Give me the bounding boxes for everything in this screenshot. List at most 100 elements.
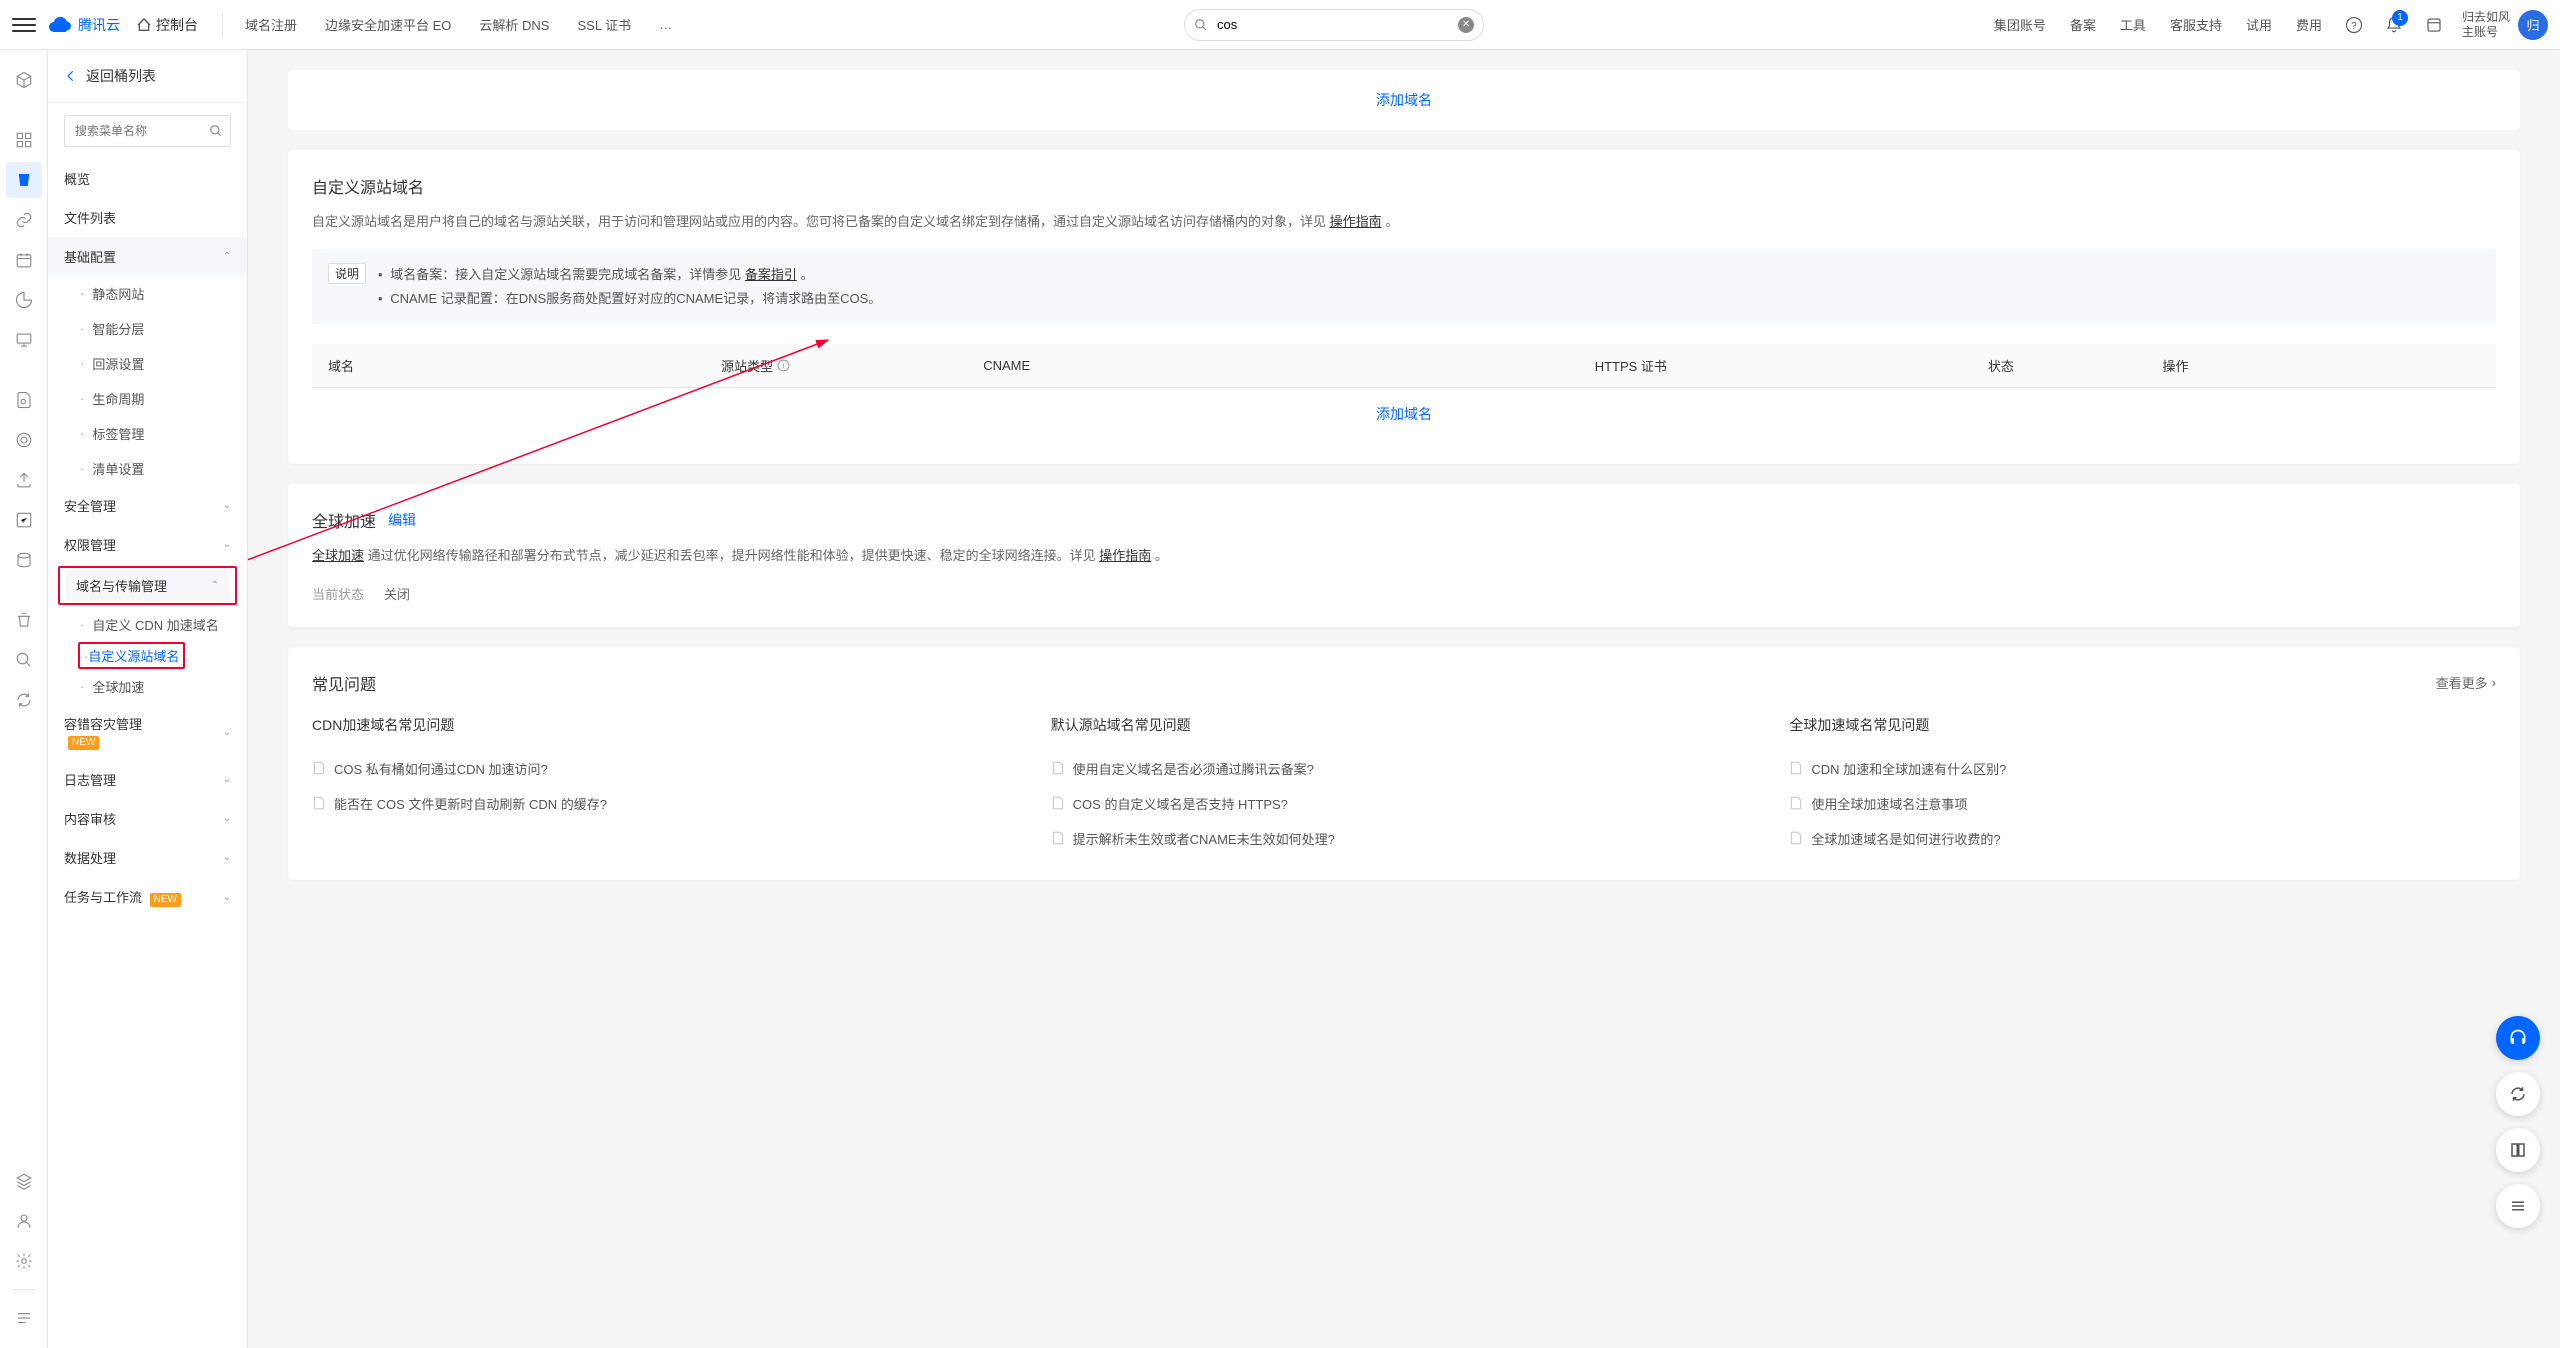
faq-more-link[interactable]: 查看更多 › [2436,673,2496,692]
nav-more[interactable]: … [645,0,686,50]
document-icon [1051,761,1065,775]
custom-origin-section: 自定义源站域名 自定义源站域名是用户将自己的域名与源站关联，用于访问和管理网站或… [288,150,2520,464]
th-domain: 域名 [312,344,705,388]
sidebar-item-permission[interactable]: 权限管理⌄ [48,525,247,564]
faq-link[interactable]: 能否在 COS 文件更新时自动刷新 CDN 的缓存? [312,786,1019,821]
faq-col-title: 全球加速域名常见问题 [1789,715,2496,735]
chevron-down-icon: ⌄ [223,727,231,738]
sidebar-back-link[interactable]: 返回桶列表 [48,50,247,103]
rail-link-icon[interactable] [6,202,42,238]
sidebar-sub-tag-mgmt[interactable]: 标签管理 [48,416,247,451]
sidebar-sub-global-accel[interactable]: 全球加速 [48,669,247,704]
search-box: ✕ [1184,9,1484,41]
nav-dns[interactable]: 云解析 DNS [465,0,563,50]
faq-header: 常见问题 查看更多 › [312,671,2496,695]
rail-sync-icon[interactable] [6,682,42,718]
float-chat-button[interactable] [2496,1016,2540,1060]
sidebar-item-data-process[interactable]: 数据处理⌄ [48,838,247,877]
rail-layers-icon[interactable] [6,1163,42,1199]
status-row: 当前状态 关闭 [312,584,2496,603]
notification-icon[interactable]: 1 [2374,0,2414,50]
rail-monitor-icon[interactable] [6,322,42,358]
guide-link[interactable]: 操作指南 [1099,548,1151,563]
sidebar-item-file-list[interactable]: 文件列表 [48,198,247,237]
headset-icon [2508,1028,2528,1048]
float-menu-button[interactable] [2496,1184,2540,1228]
rail-file-search-icon[interactable] [6,382,42,418]
rail-collapse-icon[interactable] [6,1300,42,1336]
sidebar-sub-lifecycle[interactable]: 生命周期 [48,381,247,416]
rail-user-icon[interactable] [6,1203,42,1239]
faq-link[interactable]: COS 的自定义域名是否支持 HTTPS? [1051,786,1758,821]
nav-group-account[interactable]: 集团账号 [1982,0,2058,50]
nav-billing[interactable]: 费用 [2284,0,2334,50]
sidebar-sub-custom-cdn[interactable]: 自定义 CDN 加速域名 [48,607,247,642]
document-icon [1051,831,1065,845]
list-icon [2509,1197,2527,1215]
sidebar-item-task-workflow[interactable]: 任务与工作流 NEW⌄ [48,877,247,917]
chevron-down-icon: ⌄ [223,813,231,824]
avatar: 归 [2518,10,2548,40]
nav-ssl[interactable]: SSL 证书 [563,0,645,50]
search-icon [1194,18,1208,32]
sidebar-sub-custom-origin[interactable]: 自定义源站域名 [78,642,185,669]
sidebar-sub-smart-tier[interactable]: 智能分层 [48,311,247,346]
faq-link[interactable]: 使用全球加速域名注意事项 [1789,786,2496,821]
nav-domain-reg[interactable]: 域名注册 [231,0,311,50]
beian-guide-link[interactable]: 备案指引 [745,267,797,282]
rail-check-icon[interactable] [6,502,42,538]
svg-text:i: i [783,363,785,370]
sidebar-item-overview[interactable]: 概览 [48,159,247,198]
nav-beian[interactable]: 备案 [2058,0,2108,50]
sidebar-item-log-mgmt[interactable]: 日志管理⌄ [48,760,247,799]
sidebar-sub-static-site[interactable]: 静态网站 [48,276,247,311]
mini-program-icon[interactable] [2414,0,2454,50]
brand-logo[interactable]: 腾讯云 [48,13,120,37]
search-input[interactable] [1184,9,1484,41]
edit-link[interactable]: 编辑 [388,510,416,530]
rail-upload-icon[interactable] [6,462,42,498]
info-icon[interactable]: i [777,359,790,372]
nav-tools[interactable]: 工具 [2108,0,2158,50]
faq-link[interactable]: 使用自定义域名是否必须通过腾讯云备案? [1051,751,1758,786]
rail-target-icon[interactable] [6,422,42,458]
search-clear-icon[interactable]: ✕ [1458,17,1474,33]
nav-support[interactable]: 客服支持 [2158,0,2234,50]
rail-grid-icon[interactable] [6,122,42,158]
menu-toggle-icon[interactable] [12,13,36,37]
float-docs-button[interactable] [2496,1128,2540,1172]
rail-trash-icon[interactable] [6,602,42,638]
user-menu[interactable]: 归去如风 主账号 归 [2462,10,2548,40]
faq-link[interactable]: COS 私有桶如何通过CDN 加速访问? [312,751,1019,786]
th-cname: CNAME [967,344,1579,388]
guide-link[interactable]: 操作指南 [1330,214,1382,229]
rail-gear-icon[interactable] [6,1243,42,1279]
sidebar-item-domain-transfer[interactable]: 域名与传输管理⌃ [66,570,229,601]
nav-edgeone[interactable]: 边缘安全加速平台 EO [311,0,465,50]
sidebar-search-input[interactable] [64,115,231,147]
float-refresh-button[interactable] [2496,1072,2540,1116]
sidebar-sub-origin-pull[interactable]: 回源设置 [48,346,247,381]
faq-title: 常见问题 [312,671,376,695]
console-link[interactable]: 控制台 [136,15,198,35]
rail-pie-icon[interactable] [6,282,42,318]
rail-calendar-icon[interactable] [6,242,42,278]
nav-trial[interactable]: 试用 [2234,0,2284,50]
sidebar-sub-inventory[interactable]: 清单设置 [48,451,247,486]
rail-db-icon[interactable] [6,542,42,578]
sidebar-item-fault-tolerance[interactable]: 容错容灾管理NEW ⌄ [48,704,247,760]
sidebar-item-basic-config[interactable]: 基础配置⌃ [48,237,247,276]
rail-cube-icon[interactable] [6,62,42,98]
rail-bucket-icon[interactable] [6,162,42,198]
new-badge: NEW [150,893,181,907]
sidebar-item-content-audit[interactable]: 内容审核⌄ [48,799,247,838]
faq-link[interactable]: CDN 加速和全球加速有什么区别? [1789,751,2496,786]
help-icon[interactable]: ? [2334,0,2374,50]
sidebar-item-security[interactable]: 安全管理⌄ [48,486,247,525]
add-domain-link[interactable]: 添加域名 [1376,406,1432,422]
faq-link[interactable]: 全球加速域名是如何进行收费的? [1789,821,2496,856]
faq-link[interactable]: 提示解析未生效或者CNAME未生效如何处理? [1051,821,1758,856]
global-accel-link[interactable]: 全球加速 [312,548,364,563]
add-domain-link-top[interactable]: 添加域名 [1376,92,1432,108]
rail-search-icon[interactable] [6,642,42,678]
